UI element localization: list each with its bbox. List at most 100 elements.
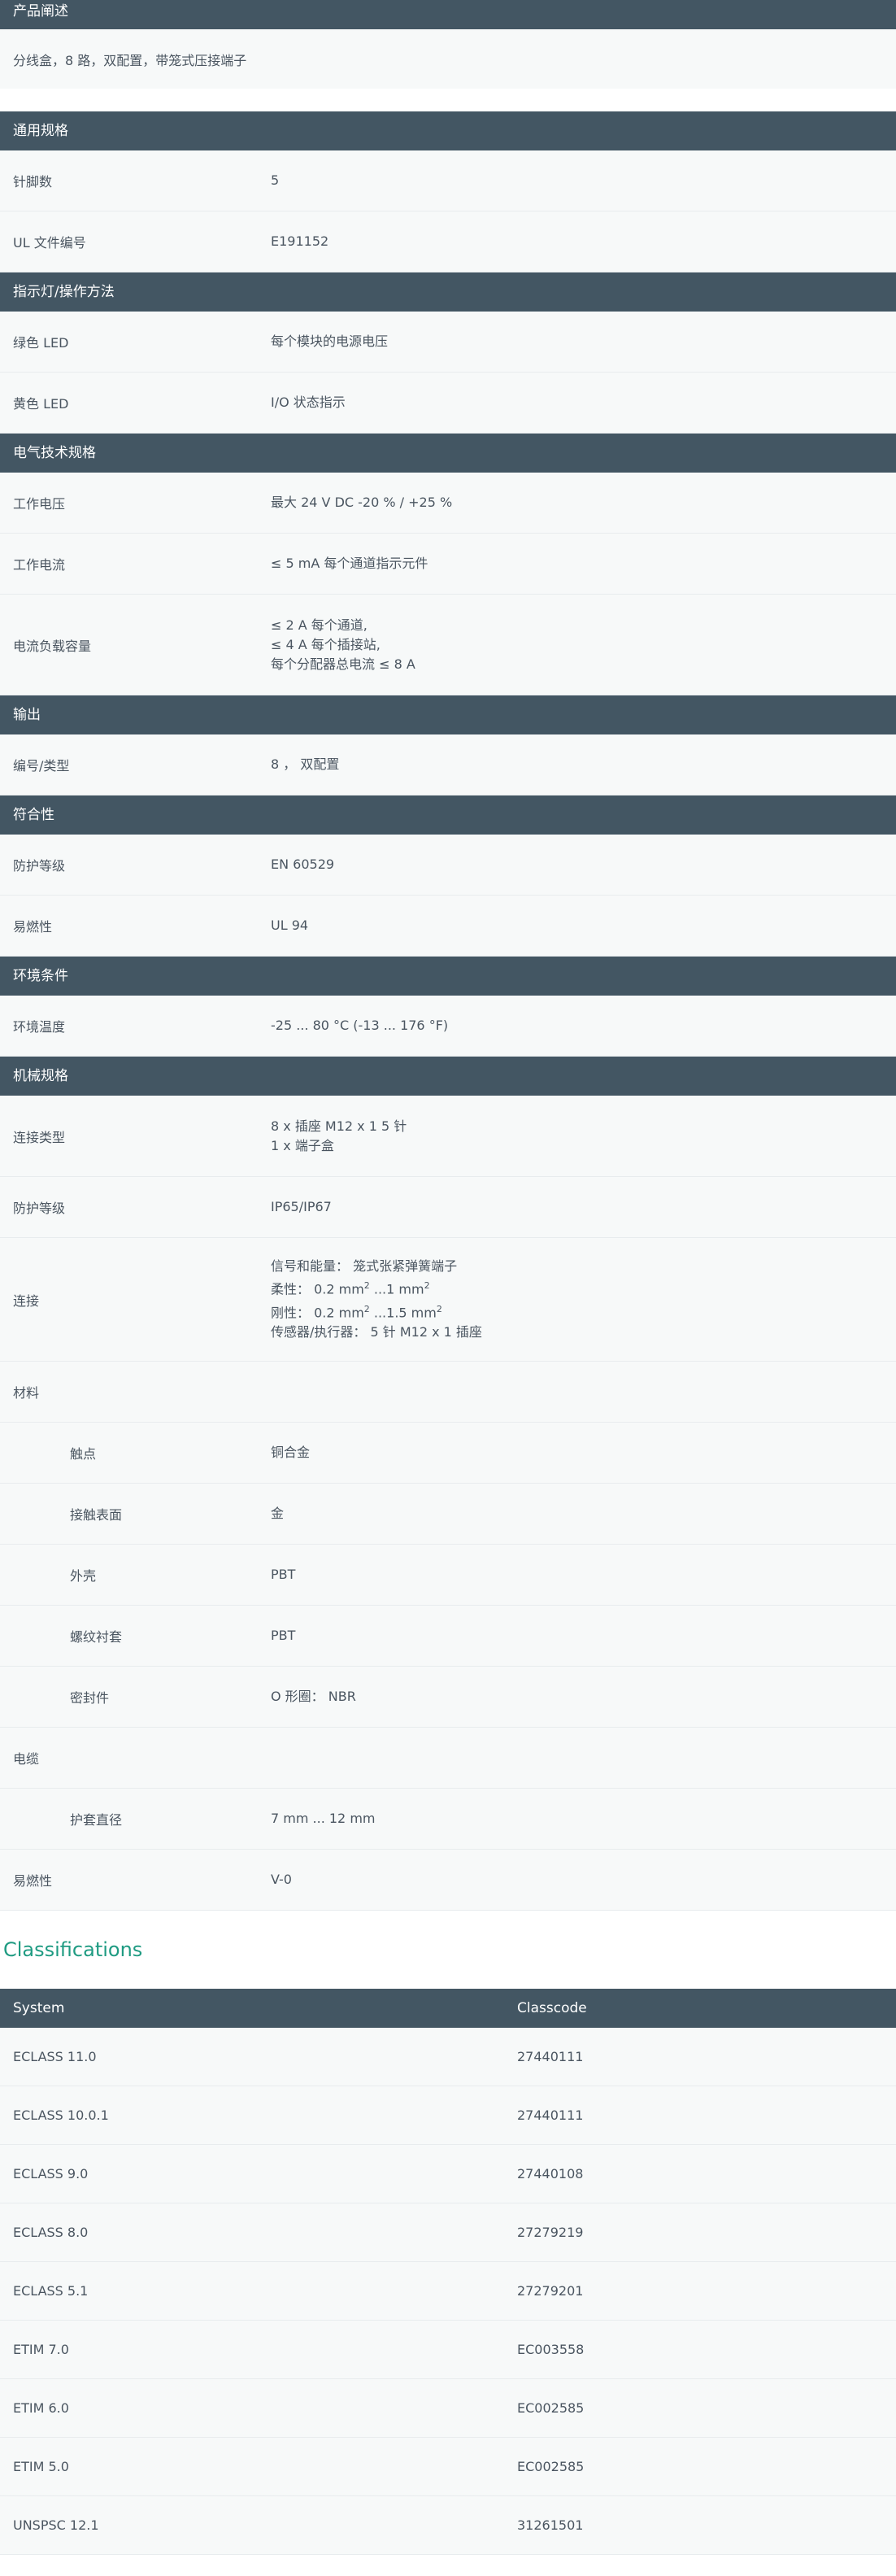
- section-header-electrical: 电气技术规格: [0, 434, 896, 473]
- spec-label: 电流负载容量: [13, 638, 92, 654]
- cell-system: ETIM 7.0: [13, 2342, 69, 2357]
- table-header: System Classcode: [0, 1989, 896, 2028]
- superscript: 2: [436, 1303, 442, 1314]
- spec-value-line: 传感器/执行器： 5 针 M12 x 1 插座: [271, 1323, 482, 1340]
- cell-classcode: 27279201: [517, 2283, 584, 2299]
- cell-classcode: EC002585: [517, 2400, 585, 2416]
- section-electrical: 电气技术规格 工作电压 最大 24 V DC -20 % / +25 % 工作电…: [0, 434, 896, 695]
- spec-value-line: 柔性： 0.2 mm2 ...1 mm2: [271, 1276, 896, 1299]
- spec-value-text: 柔性： 0.2 mm: [271, 1281, 364, 1297]
- spec-value: 每个模块的电源电压: [271, 333, 389, 349]
- section-header-general: 通用规格: [0, 111, 896, 150]
- spec-label: 连接: [13, 1292, 40, 1309]
- spec-value: -25 ... 80 °C (-13 ... 176 °F): [271, 1018, 449, 1033]
- superscript: 2: [363, 1303, 370, 1314]
- spec-value-line: 信号和能量： 笼式张紧弹簧端子: [271, 1258, 458, 1275]
- spec-label: 密封件: [70, 1690, 110, 1706]
- spec-value: 最大 24 V DC -20 % / +25 %: [271, 495, 453, 510]
- spec-value-line: 刚性： 0.2 mm2 ...1.5 mm2: [271, 1300, 896, 1323]
- cell-classcode: 27440108: [517, 2166, 584, 2182]
- spec-value: 铜合金: [271, 1445, 311, 1460]
- table-row: ECLASS 5.1 27279201: [0, 2262, 896, 2321]
- spec-label: 工作电流: [13, 557, 66, 573]
- table-row: UNSPSC 12.1 31261501: [0, 2496, 896, 2555]
- spec-label: 绿色 LED: [13, 335, 69, 351]
- section-header-environment: 环境条件: [0, 957, 896, 996]
- cell-classcode: EC002585: [517, 2459, 585, 2474]
- spec-row: 护套直径 7 mm ... 12 mm: [0, 1789, 896, 1850]
- spec-value: 8 ， 双配置: [271, 756, 340, 772]
- spec-row: 接触表面 金: [0, 1484, 896, 1545]
- cell-system: ECLASS 9.0: [13, 2166, 89, 2182]
- section-environment: 环境条件 环境温度 -25 ... 80 °C (-13 ... 176 °F): [0, 957, 896, 1057]
- spec-value-line: ≤ 4 A 每个插接站,: [271, 636, 381, 652]
- spec-row: 易燃性 UL 94: [0, 896, 896, 957]
- spec-group-label: 电缆: [13, 1751, 40, 1767]
- spec-label: 针脚数: [13, 174, 53, 190]
- spec-value: 8 x 插座 M12 x 1 5 针 1 x 端子盒: [271, 1117, 896, 1156]
- spec-group-row: 材料: [0, 1362, 896, 1423]
- spec-value-text: ...1.5 mm: [369, 1304, 437, 1320]
- spec-value: UL 94: [271, 918, 309, 933]
- cell-classcode: EC003558: [517, 2342, 585, 2357]
- spec-row: 针脚数 5: [0, 150, 896, 211]
- spec-value: PBT: [271, 1628, 296, 1643]
- section-classifications: Classifications System Classcode ECLASS …: [0, 1911, 896, 2555]
- column-header-system: System: [13, 2000, 65, 2016]
- spec-label: 防护等级: [13, 858, 66, 874]
- spec-label: 连接类型: [13, 1129, 66, 1145]
- spec-value: ≤ 2 A 每个通道, ≤ 4 A 每个插接站, 每个分配器总电流 ≤ 8 A: [271, 616, 896, 674]
- section-header-indicators: 指示灯/操作方法: [0, 272, 896, 312]
- section-description: 产品阐述 分线盒，8 路，双配置，带笼式压接端子: [0, 0, 896, 89]
- superscript: 2: [363, 1280, 370, 1292]
- superscript: 2: [424, 1280, 430, 1292]
- spec-label: 触点: [70, 1446, 97, 1462]
- table-row: ECLASS 10.0.1 27440111: [0, 2086, 896, 2145]
- description-value: 分线盒，8 路，双配置，带笼式压接端子: [13, 52, 247, 68]
- spec-label: 易燃性: [13, 1873, 53, 1889]
- description-text: 分线盒，8 路，双配置，带笼式压接端子: [0, 29, 896, 89]
- table-row: ETIM 5.0 EC002585: [0, 2438, 896, 2496]
- spec-label: 工作电压: [13, 496, 66, 512]
- spec-value: IP65/IP67: [271, 1199, 332, 1214]
- spec-value: EN 60529: [271, 856, 335, 872]
- spec-row: 密封件 O 形圈： NBR: [0, 1667, 896, 1728]
- spec-label: 编号/类型: [13, 758, 70, 774]
- table-row: ETIM 7.0 EC003558: [0, 2321, 896, 2379]
- spec-value: V-0: [271, 1872, 292, 1887]
- column-header-classcode: Classcode: [517, 2000, 587, 2016]
- spec-value: 5: [271, 172, 280, 188]
- spec-value: O 形圈： NBR: [271, 1689, 356, 1704]
- spec-row: 工作电压 最大 24 V DC -20 % / +25 %: [0, 473, 896, 534]
- spec-value-text: ...1 mm: [369, 1281, 424, 1297]
- section-header-description: 产品阐述: [0, 0, 896, 29]
- table-row: ECLASS 8.0 27279219: [0, 2203, 896, 2262]
- spec-value: 金: [271, 1506, 285, 1521]
- section-header-output: 输出: [0, 695, 896, 734]
- spec-label: 接触表面: [70, 1507, 123, 1523]
- section-indicators: 指示灯/操作方法 绿色 LED 每个模块的电源电压 黄色 LED I/O 状态指…: [0, 272, 896, 434]
- cell-system: UNSPSC 12.1: [13, 2517, 99, 2533]
- spec-row: 触点 铜合金: [0, 1423, 896, 1484]
- cell-system: ECLASS 5.1: [13, 2283, 89, 2299]
- classifications-title: Classifications: [0, 1911, 896, 1989]
- spec-row: 黄色 LED I/O 状态指示: [0, 373, 896, 434]
- spec-row: 外壳 PBT: [0, 1545, 896, 1606]
- spec-value-line: 8 x 插座 M12 x 1 5 针: [271, 1118, 407, 1134]
- cell-classcode: 27440111: [517, 2049, 584, 2064]
- spec-label: 环境温度: [13, 1019, 66, 1035]
- spec-label: 防护等级: [13, 1201, 66, 1216]
- spec-row: 绿色 LED 每个模块的电源电压: [0, 312, 896, 373]
- spec-value-line: 1 x 端子盒: [271, 1137, 334, 1153]
- cell-system: ECLASS 11.0: [13, 2049, 97, 2064]
- spec-row: 工作电流 ≤ 5 mA 每个通道指示元件: [0, 534, 896, 595]
- spec-value: 7 mm ... 12 mm: [271, 1811, 376, 1826]
- spec-row: 电流负载容量 ≤ 2 A 每个通道, ≤ 4 A 每个插接站, 每个分配器总电流…: [0, 595, 896, 695]
- section-conformity: 符合性 防护等级 EN 60529 易燃性 UL 94: [0, 795, 896, 957]
- spec-group-label: 材料: [13, 1385, 40, 1401]
- spec-label: 护套直径: [70, 1812, 123, 1828]
- spec-value: ≤ 5 mA 每个通道指示元件: [271, 556, 428, 571]
- spec-value-line: ≤ 2 A 每个通道,: [271, 617, 368, 633]
- spec-value: PBT: [271, 1567, 296, 1582]
- spec-value: 信号和能量： 笼式张紧弹簧端子 柔性： 0.2 mm2 ...1 mm2 刚性：…: [271, 1257, 896, 1342]
